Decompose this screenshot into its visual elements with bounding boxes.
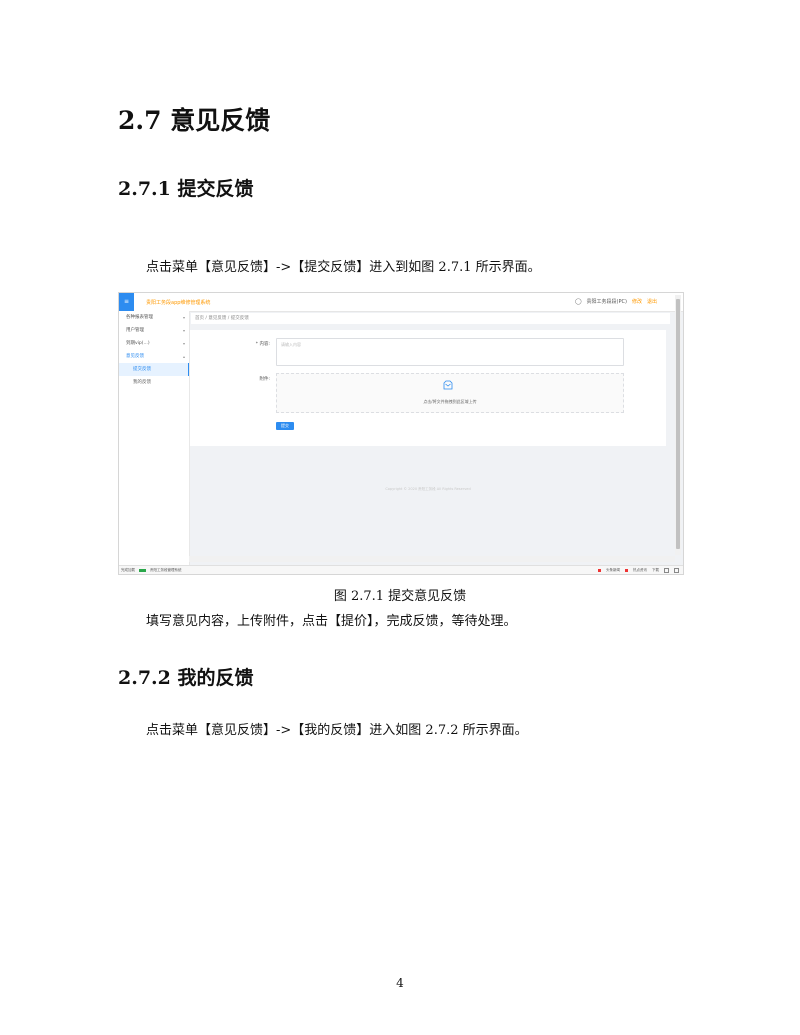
user-name: 贵阳工务段段(PC): [586, 299, 627, 305]
vertical-scrollbar[interactable]: [675, 295, 681, 555]
sidebar-item-label: 到期vip(...): [126, 341, 150, 346]
description-paragraph: 填写意见内容，上传附件，点击【提价】，完成反馈，等待处理。: [146, 614, 517, 629]
sidebar: 各种报表管理 ▾ 用户管理 ▾ 到期vip(...) ▾ 意见反馈 ▴ 提交反馈…: [119, 311, 190, 565]
upload-icon: [443, 380, 453, 390]
page-number: 4: [396, 976, 404, 990]
status-label: 完成加载: [121, 568, 135, 572]
window-icon[interactable]: [664, 568, 669, 573]
sidebar-subitem-submit-feedback[interactable]: 提交反馈: [119, 363, 189, 376]
horizontal-scrollbar[interactable]: [189, 556, 675, 562]
status-hot[interactable]: 热点资讯: [633, 568, 647, 573]
sidebar-item-users[interactable]: 用户管理 ▾: [119, 324, 189, 337]
sidebar-item-feedback[interactable]: 意见反馈 ▴: [119, 350, 189, 363]
sidebar-item-label: 各种报表管理: [126, 315, 153, 320]
content-textarea[interactable]: 请输入内容: [276, 338, 624, 366]
upload-dropzone[interactable]: 点击/将文件拖拽到此区域上传: [276, 373, 624, 413]
sidebar-item-label: 用户管理: [126, 328, 144, 333]
news-icon: [598, 569, 601, 572]
site-favicon-icon: [139, 569, 146, 572]
feedback-form: * 内容: 请输入内容 附件: 点击/将文件拖拽到此区域上传 提交: [190, 330, 666, 446]
hot-icon: [625, 569, 628, 572]
status-right: 头条新闻 热点资讯 下载: [598, 568, 679, 573]
edit-link[interactable]: 修改: [632, 298, 642, 305]
attach-label: 附件:: [259, 377, 270, 382]
breadcrumb: 首页 / 意见反馈 / 提交反馈: [191, 313, 670, 324]
content-placeholder: 请输入内容: [281, 342, 301, 347]
screenshot-submit-feedback: ≡ 贵阳工务段app维修管理系统 ◯ 贵阳工务段段(PC) 修改 退出 各种报表…: [118, 292, 684, 575]
zoom-icon[interactable]: [674, 568, 679, 573]
sidebar-item-reports[interactable]: 各种报表管理 ▾: [119, 311, 189, 324]
menu-icon[interactable]: ≡: [119, 293, 134, 311]
intro-paragraph-my-feedback: 点击菜单【意见反馈】->【我的反馈】进入如图 2.7.2 所示界面。: [146, 723, 528, 738]
chevron-down-icon: ▾: [182, 315, 185, 320]
chevron-up-icon: ▴: [182, 354, 185, 359]
content-label: * 内容:: [255, 342, 270, 347]
bell-icon[interactable]: ◯: [575, 298, 582, 305]
sidebar-subitem-my-feedback[interactable]: 我的反馈: [119, 376, 189, 389]
section-title: 2.7 意见反馈: [118, 106, 271, 135]
submit-button[interactable]: 提交: [276, 422, 294, 430]
status-download[interactable]: 下载: [652, 568, 659, 573]
browser-statusbar: 完成加载 贵阳工务段管理系统 头条新闻 热点资讯 下载: [119, 565, 683, 574]
intro-paragraph-submit: 点击菜单【意见反馈】->【提交反馈】进入到如图 2.7.1 所示界面。: [146, 260, 541, 275]
chevron-down-icon: ▾: [182, 341, 185, 346]
logout-link[interactable]: 退出: [647, 298, 657, 305]
figure-caption: 图 2.7.1 提交意见反馈: [333, 589, 467, 604]
sidebar-item-vip[interactable]: 到期vip(...) ▾: [119, 337, 189, 350]
subsection-title-my-feedback: 2.7.2 我的反馈: [118, 667, 254, 689]
status-news[interactable]: 头条新闻: [606, 568, 620, 573]
app-header: ≡ 贵阳工务段app维修管理系统 ◯ 贵阳工务段段(PC) 修改 退出: [119, 293, 683, 312]
status-left: 完成加载 贵阳工务段管理系统: [121, 568, 182, 573]
copyright-note: Copyright © 2020 贵阳工务段 All Rights Reserv…: [385, 487, 471, 491]
scrollbar-thumb[interactable]: [676, 299, 680, 549]
subsection-title-submit: 2.7.1 提交反馈: [118, 178, 254, 200]
sidebar-item-label: 意见反馈: [126, 354, 144, 359]
user-area: ◯ 贵阳工务段段(PC) 修改 退出: [575, 298, 657, 305]
app-title: 贵阳工务段app维修管理系统: [146, 300, 211, 306]
chevron-down-icon: ▾: [182, 328, 185, 333]
upload-text: 点击/将文件拖拽到此区域上传: [423, 399, 477, 404]
status-site[interactable]: 贵阳工务段管理系统: [150, 568, 182, 573]
